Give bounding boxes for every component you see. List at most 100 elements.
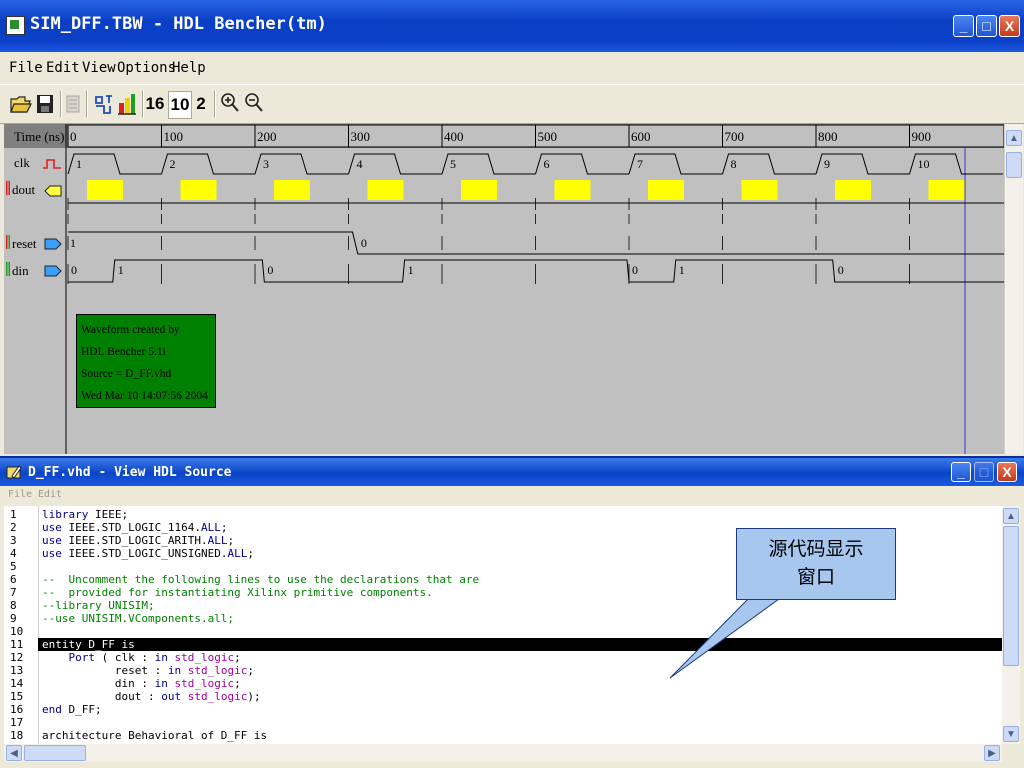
code-line[interactable]: 18 architecture Behavioral of D_FF is [4,729,1002,742]
line-text: dout : out std_logic); [42,690,261,703]
print-icon[interactable] [66,94,80,119]
time-tick-label: 200 [257,129,277,144]
zoom-out-icon[interactable] [244,92,264,119]
time-tick-label: 400 [444,129,464,144]
zoom-in-icon[interactable] [220,92,240,119]
toolbar-separator [142,91,144,117]
line-number: 1 [10,508,17,521]
line-number: 5 [10,560,17,573]
signal-name-din[interactable]: din [12,263,29,279]
source-maximize-button[interactable]: □ [974,462,994,482]
code-line[interactable]: 11 entity D_FF is [4,638,1002,651]
source-horizontal-scrollbar[interactable]: ◀ ▶ [4,744,1002,762]
line-number: 6 [10,573,17,586]
waveform-vertical-scrollbar[interactable]: ▲ [1004,124,1023,454]
source-menu-bar: File Edit [0,486,1024,504]
line-number: 12 [10,651,24,664]
clock-cycle-label: 1 [76,157,82,171]
main-title-bar[interactable]: SIM_DFF.TBW - HDL Bencher(tm) _ □ X [0,0,1024,52]
signal-marker [6,235,10,249]
clock-cycle-label: 9 [824,157,830,171]
input-icon [44,264,62,282]
scroll-thumb[interactable] [1003,526,1019,666]
dout-check-box [274,180,310,200]
menu-help[interactable]: Help [172,60,206,76]
code-line[interactable]: 15 dout : out std_logic); [4,690,1002,703]
scroll-thumb[interactable] [24,745,86,761]
code-line[interactable]: 12 Port ( clk : in std_logic; [4,651,1002,664]
source-menu-file[interactable]: File [8,489,32,500]
info-line: Source = D_FF.vhd [81,368,172,380]
scroll-thumb[interactable] [1006,152,1022,178]
radix-bin-button[interactable]: 2 [193,93,209,115]
time-tick-label: 600 [631,129,651,144]
code-line[interactable]: 10 [4,625,1002,638]
scroll-up-arrow[interactable]: ▲ [1003,508,1019,524]
code-line[interactable]: 16 end D_FF; [4,703,1002,716]
line-number: 17 [10,716,24,729]
dout-check-box [554,180,591,200]
source-close-button[interactable]: X [997,462,1017,482]
scroll-left-arrow[interactable]: ◀ [6,745,22,761]
source-window-title-bar[interactable]: D_FF.vhd - View HDL Source _ □ X [0,456,1024,488]
close-button[interactable]: X [999,15,1020,37]
line-number: 7 [10,586,17,599]
dout-check-box [367,180,404,200]
output-icon [44,184,62,202]
code-line[interactable]: 14 din : in std_logic; [4,677,1002,690]
bar-chart-icon[interactable] [118,93,136,120]
din-value-label: 0 [632,263,638,277]
menu-bar: File Edit View Options Help [0,52,1024,84]
signal-name-reset[interactable]: reset [12,236,37,252]
line-number: 13 [10,664,24,677]
scroll-up-arrow[interactable]: ▲ [1006,130,1022,146]
code-line[interactable]: 1 library IEEE; [4,508,1002,521]
menu-view[interactable]: View [82,60,116,76]
code-line[interactable]: 13 reset : in std_logic; [4,664,1002,677]
minimize-button[interactable]: _ [953,15,974,37]
scroll-down-arrow[interactable]: ▼ [1003,726,1019,742]
line-text: --library UNISIM; [42,599,155,612]
radix-dec-button[interactable]: 10 [168,91,192,119]
scroll-right-arrow[interactable]: ▶ [984,745,1000,761]
din-value-label: 0 [71,263,77,277]
open-folder-icon[interactable] [10,94,32,119]
signal-name-clk[interactable]: clk [14,155,30,171]
menu-options[interactable]: Options [117,60,176,76]
source-minimize-button[interactable]: _ [951,462,971,482]
line-text: -- Uncomment the following lines to use … [42,573,480,586]
save-icon[interactable] [36,94,54,119]
signal-name-dout[interactable]: dout [12,182,35,198]
reset-value-label: 1 [70,236,76,250]
maximize-button[interactable]: □ [976,15,997,37]
menu-file[interactable]: File [9,60,43,76]
radix-hex-button[interactable]: 16 [145,93,165,115]
line-number: 3 [10,534,17,547]
waveform-panel[interactable]: 0 100 200 300 400 500 600 700 800 900 1 2 3 4 5 6 7 8 9 10… [4,124,1004,454]
info-box: Waveform created by HDL Bencher 5.1i Sou… [76,314,216,408]
source-window-title: D_FF.vhd - View HDL Source [28,465,232,480]
dout-check-box [87,180,123,200]
code-line[interactable]: 8 --library UNISIM; [4,599,1002,612]
clk-waveform [67,153,1003,175]
source-vertical-scrollbar[interactable]: ▲ ▼ [1002,506,1020,744]
menu-edit[interactable]: Edit [46,60,80,76]
code-line[interactable]: 17 [4,716,1002,729]
time-tick-label: 100 [164,129,184,144]
reset-value-label: 0 [361,236,367,250]
din-value-label: 1 [118,263,124,277]
time-tick-label: 0 [70,129,77,144]
callout-line-2: 窗口 [796,567,835,588]
clock-cycle-label: 2 [170,157,176,171]
dout-check-box [648,180,684,200]
time-tick-label: 800 [818,129,838,144]
waveform-icon[interactable] [94,93,114,120]
clock-icon [42,157,62,175]
input-icon [44,237,62,255]
clock-cycle-label: 7 [637,157,643,171]
window-title: SIM_DFF.TBW - HDL Bencher(tm) [30,14,327,34]
toolbar-separator [214,91,216,117]
line-number: 15 [10,690,24,703]
source-menu-edit[interactable]: Edit [38,489,62,500]
code-line[interactable]: 9 --use UNISIM.VComponents.all; [4,612,1002,625]
